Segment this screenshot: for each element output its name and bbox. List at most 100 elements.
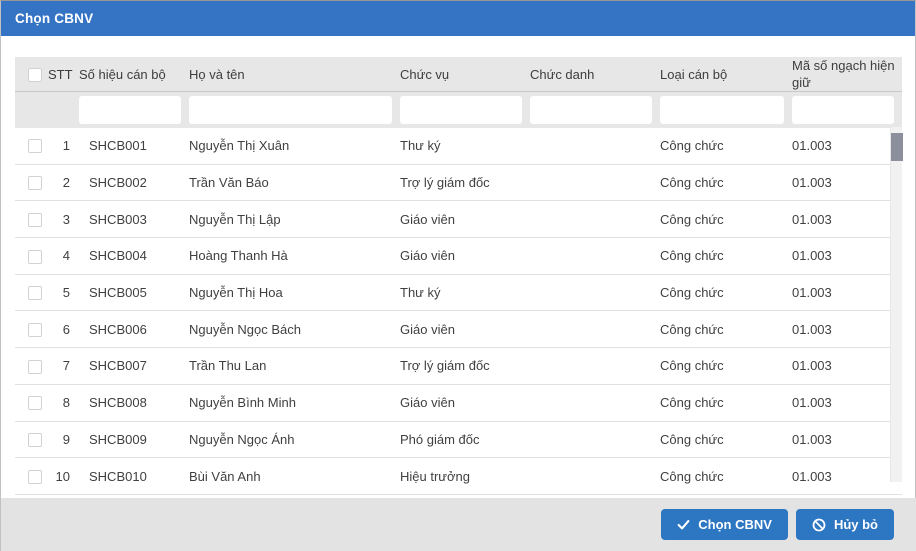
select-all-checkbox[interactable] [28, 68, 42, 83]
cell-chuc-vu: Giáo viên [400, 248, 455, 264]
cell-ho-ten: Nguyễn Thị Hoa [189, 285, 283, 301]
cell-ma-so-ngach: 01.003 [792, 248, 832, 264]
row-checkbox[interactable] [28, 249, 42, 264]
cell-chuc-vu: Trợ lý giám đốc [400, 175, 490, 191]
cell-ma-so-ngach: 01.003 [792, 358, 832, 374]
cell-chuc-danh [530, 421, 660, 458]
select-cbnv-button-label: Chọn CBNV [698, 517, 772, 532]
cell-chuc-danh [530, 238, 660, 275]
filter-ma-so-ngach-input[interactable] [792, 96, 894, 124]
table-filter-row [15, 91, 902, 128]
row-checkbox[interactable] [28, 139, 42, 154]
column-header-loai-can-bo: Loại cán bộ [660, 66, 728, 82]
cell-ho-ten: Trần Thu Lan [189, 358, 267, 374]
staff-table-grid: STT Số hiệu cán bộ Họ và tên Chức vụ Chứ… [15, 57, 902, 495]
cell-chuc-danh [530, 311, 660, 348]
cell-ma-so-ngach: 01.003 [792, 138, 832, 154]
cell-ma-so-ngach: 01.003 [792, 431, 832, 447]
filter-chuc-vu-input[interactable] [400, 96, 522, 124]
cell-stt: 2 [62, 175, 70, 191]
cell-so-hieu: SHCB002 [89, 175, 147, 191]
cell-stt: 4 [62, 248, 70, 264]
cell-loai-can-bo: Công chức [660, 468, 724, 484]
row-checkbox[interactable] [28, 323, 42, 338]
cell-ho-ten: Nguyễn Thị Lập [189, 211, 281, 227]
cell-ho-ten: Nguyễn Bình Minh [189, 395, 296, 411]
column-header-chuc-danh: Chức danh [530, 66, 595, 82]
cancel-button-label: Hủy bỏ [833, 517, 878, 532]
cell-chuc-vu: Thư ký [400, 138, 441, 154]
cell-ho-ten: Nguyễn Ngọc Ánh [189, 431, 295, 447]
cell-so-hieu: SHCB003 [89, 211, 147, 227]
cell-so-hieu: SHCB009 [89, 431, 147, 447]
table-row[interactable]: 7 SHCB007 Trần Thu Lan Trợ lý giám đốc C… [15, 347, 902, 385]
cell-loai-can-bo: Công chức [660, 285, 724, 301]
select-staff-dialog: Chọn CBNV STT Số hiệu cán bộ Họ và tên C… [0, 0, 916, 551]
row-checkbox[interactable] [28, 469, 42, 484]
column-header-ho-ten: Họ và tên [189, 66, 245, 82]
cell-ho-ten: Nguyễn Ngọc Bách [189, 321, 302, 337]
select-cbnv-button[interactable]: Chọn CBNV [661, 509, 788, 540]
row-checkbox[interactable] [28, 286, 42, 301]
cell-loai-can-bo: Công chức [660, 175, 724, 191]
cell-chuc-danh [530, 164, 660, 201]
table-row[interactable]: 2 SHCB002 Trần Văn Báo Trợ lý giám đốc C… [15, 164, 902, 201]
table-row[interactable]: 4 SHCB004 Hoàng Thanh Hà Giáo viên Công … [15, 237, 902, 275]
cancel-button[interactable]: Hủy bỏ [795, 509, 894, 540]
ban-icon [812, 518, 826, 532]
table-row[interactable]: 1 SHCB001 Nguyễn Thị Xuân Thư ký Công ch… [15, 127, 902, 165]
cell-ma-so-ngach: 01.003 [792, 211, 832, 227]
cell-so-hieu: SHCB010 [89, 468, 147, 484]
check-icon [677, 518, 690, 531]
vertical-scrollbar[interactable] [890, 127, 903, 482]
cell-loai-can-bo: Công chức [660, 431, 724, 447]
cell-so-hieu: SHCB006 [89, 321, 147, 337]
row-checkbox[interactable] [28, 213, 42, 227]
cell-ma-so-ngach: 01.003 [792, 175, 832, 191]
filter-ho-ten-input[interactable] [189, 96, 392, 124]
cell-so-hieu: SHCB004 [89, 248, 147, 264]
cell-chuc-danh [530, 201, 660, 238]
cell-so-hieu: SHCB008 [89, 395, 147, 411]
dialog-footer: Chọn CBNV Hủy bỏ [1, 498, 916, 551]
column-header-stt: STT [48, 66, 73, 82]
cell-chuc-vu: Hiệu trưởng [400, 468, 470, 484]
cell-chuc-danh [530, 384, 660, 421]
filter-chuc-danh-input[interactable] [530, 96, 652, 124]
cell-loai-can-bo: Công chức [660, 138, 724, 154]
table-row[interactable]: 8 SHCB008 Nguyễn Bình Minh Giáo viên Côn… [15, 384, 902, 421]
cell-chuc-vu: Giáo viên [400, 321, 455, 337]
dialog-titlebar: Chọn CBNV [1, 1, 915, 36]
cell-loai-can-bo: Công chức [660, 395, 724, 411]
cell-ho-ten: Trần Văn Báo [189, 175, 269, 191]
table-row[interactable]: 5 SHCB005 Nguyễn Thị Hoa Thư ký Công chứ… [15, 274, 902, 311]
row-checkbox[interactable] [28, 396, 42, 411]
table-row[interactable]: 9 SHCB009 Nguyễn Ngọc Ánh Phó giám đốc C… [15, 421, 902, 458]
cell-so-hieu: SHCB005 [89, 285, 147, 301]
cell-stt: 10 [55, 468, 70, 484]
table-row[interactable]: 6 SHCB006 Nguyễn Ngọc Bách Giáo viên Côn… [15, 310, 902, 348]
cell-loai-can-bo: Công chức [660, 211, 724, 227]
cell-chuc-vu: Giáo viên [400, 395, 455, 411]
row-checkbox[interactable] [28, 176, 42, 191]
cell-stt: 6 [62, 321, 70, 337]
cell-chuc-danh [530, 348, 660, 385]
cell-stt: 8 [62, 395, 70, 411]
table-row[interactable]: 3 SHCB003 Nguyễn Thị Lập Giáo viên Công … [15, 200, 902, 238]
scrollbar-thumb[interactable] [891, 133, 903, 161]
table-row[interactable]: 10 SHCB010 Bùi Văn Anh Hiệu trưởng Công … [15, 457, 902, 495]
cell-so-hieu: SHCB001 [89, 138, 147, 154]
cell-chuc-vu: Phó giám đốc [400, 431, 480, 447]
cell-stt: 7 [62, 358, 70, 374]
row-checkbox[interactable] [28, 359, 42, 374]
dialog-title: Chọn CBNV [15, 11, 94, 26]
column-header-ma-so-ngach: Mã số ngạch hiện giữ [792, 58, 895, 90]
filter-loai-can-bo-input[interactable] [660, 96, 784, 124]
row-checkbox[interactable] [28, 433, 42, 448]
cell-ma-so-ngach: 01.003 [792, 468, 832, 484]
cell-stt: 5 [62, 285, 70, 301]
table-header-row: STT Số hiệu cán bộ Họ và tên Chức vụ Chứ… [15, 57, 902, 92]
cell-loai-can-bo: Công chức [660, 248, 724, 264]
cell-ho-ten: Bùi Văn Anh [189, 468, 261, 484]
filter-so-hieu-input[interactable] [79, 96, 181, 124]
